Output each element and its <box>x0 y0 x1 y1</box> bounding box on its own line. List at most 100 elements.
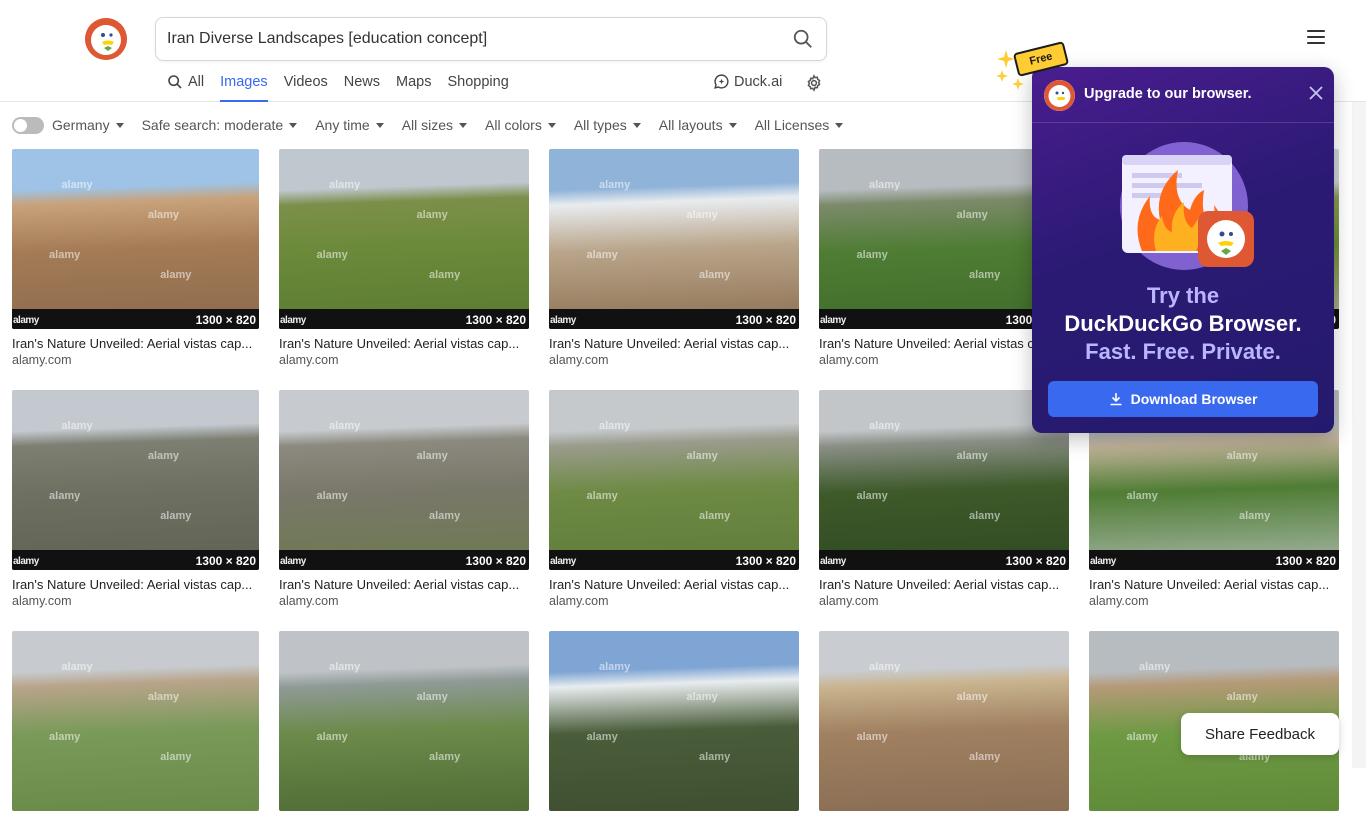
tab-news[interactable]: News <box>336 72 388 102</box>
tab-label: Maps <box>396 74 432 90</box>
image-dimensions: 1300 × 820 <box>735 313 796 327</box>
thumbnail-footer-bar: alamy 1300 × 820 <box>549 550 799 570</box>
image-title[interactable]: Iran's Nature Unveiled: Aerial vistas ca… <box>549 336 799 351</box>
filter-label: All types <box>573 117 627 133</box>
image-thumbnail[interactable]: alamy alamy alamy alamy <box>819 631 1069 811</box>
image-title[interactable]: Iran's Nature Unveiled: Aerial vistas ca… <box>1089 577 1339 592</box>
tab-label: Images <box>220 74 268 90</box>
duckai-link[interactable]: Duck.ai <box>713 73 782 90</box>
license-filter[interactable]: All Licenses <box>755 117 844 133</box>
image-thumbnail[interactable]: alamy alamy alamy alamy alamy 1300 × 820 <box>279 390 529 570</box>
tab-shopping[interactable]: Shopping <box>440 72 517 102</box>
thumbnail-footer-bar: alamy 1300 × 820 <box>12 309 259 329</box>
filter-bar: Germany Safe search: moderate Any time A… <box>12 114 861 136</box>
tab-maps[interactable]: Maps <box>388 72 439 102</box>
tab-all[interactable]: All <box>167 72 212 102</box>
watermark-text: alamy <box>160 269 192 281</box>
image-thumbnail[interactable]: alamy alamy alamy alamy alamy 1300 × 820 <box>279 149 529 329</box>
image-thumbnail[interactable]: alamy alamy alamy alamy alamy 1300 × 820 <box>12 390 259 570</box>
filter-label: Germany <box>52 117 110 133</box>
image-source[interactable]: alamy.com <box>549 594 799 608</box>
image-result-card[interactable]: alamy alamy alamy alamy alamy 1300 × 820 Iran'… <box>549 149 799 367</box>
region-filter[interactable]: Germany <box>52 117 124 133</box>
type-filter[interactable]: All types <box>574 117 641 133</box>
image-thumbnail[interactable]: alamy alamy alamy alamy <box>279 631 529 811</box>
gear-icon[interactable] <box>805 74 823 92</box>
image-title[interactable]: Iran's Nature Unveiled: Aerial vistas ca… <box>549 577 799 592</box>
duckduckgo-logo[interactable] <box>85 18 127 60</box>
source-logo: alamy <box>280 556 306 567</box>
watermark-text: alamy <box>969 751 1001 763</box>
image-source[interactable]: alamy.com <box>12 353 259 367</box>
image-result-card[interactable]: alamy alamy alamy alamy <box>279 631 529 820</box>
image-thumbnail[interactable]: alamy alamy alamy alamy alamy 1300 × 820 <box>549 149 799 329</box>
image-source[interactable]: alamy.com <box>549 353 799 367</box>
close-icon[interactable] <box>1309 86 1323 100</box>
image-title[interactable]: Iran's Nature Unveiled: Aerial vistas ca… <box>12 577 259 592</box>
menu-icon[interactable] <box>1307 30 1325 46</box>
landscape-photo <box>12 149 259 329</box>
watermark-text: alamy <box>956 209 988 221</box>
image-thumbnail[interactable]: alamy alamy alamy alamy <box>12 631 259 811</box>
image-result-card[interactable]: alamy alamy alamy alamy <box>549 631 799 820</box>
watermark-text: alamy <box>160 751 192 763</box>
scrollbar[interactable] <box>1352 102 1366 768</box>
tab-videos[interactable]: Videos <box>276 72 336 102</box>
image-source[interactable]: alamy.com <box>279 353 529 367</box>
image-source[interactable]: alamy.com <box>12 594 259 608</box>
image-title[interactable]: Iran's Nature Unveiled: Aerial vistas ca… <box>12 336 259 351</box>
landscape-photo <box>279 631 529 811</box>
thumbnail-footer-bar: alamy 1300 × 820 <box>549 309 799 329</box>
watermark-text: alamy <box>416 209 448 221</box>
image-dimensions: 1300 × 820 <box>1275 554 1336 568</box>
image-result-card[interactable]: alamy alamy alamy alamy alamy 1300 × 820 Iran'… <box>549 390 799 608</box>
image-result-card[interactable]: alamy alamy alamy alamy <box>12 631 259 820</box>
watermark-text: alamy <box>147 691 180 703</box>
share-feedback-button[interactable]: Share Feedback <box>1181 713 1339 755</box>
time-filter[interactable]: Any time <box>315 117 384 133</box>
watermark-text: alamy <box>147 209 180 221</box>
watermark-text: alamy <box>416 450 448 462</box>
image-source[interactable]: alamy.com <box>1089 594 1339 608</box>
image-dimensions: 1300 × 820 <box>465 554 526 568</box>
image-source[interactable]: alamy.com <box>819 594 1069 608</box>
image-result-card[interactable]: alamy alamy alamy alamy alamy 1300 × 820 Iran'… <box>279 390 529 608</box>
sparkle-icon <box>996 50 1024 90</box>
image-result-card[interactable]: alamy alamy alamy alamy <box>819 631 1069 820</box>
landscape-photo <box>549 390 799 570</box>
layout-filter[interactable]: All layouts <box>659 117 737 133</box>
image-title[interactable]: Iran's Nature Unveiled: Aerial vistas ca… <box>279 336 529 351</box>
share-feedback-label: Share Feedback <box>1204 725 1316 743</box>
watermark-text: alamy <box>686 450 718 462</box>
chevron-down-icon <box>375 122 384 128</box>
size-filter[interactable]: All sizes <box>402 117 468 133</box>
safe-search-filter[interactable]: Safe search: moderate <box>142 117 298 133</box>
duckai-label: Duck.ai <box>734 73 783 90</box>
image-result-card[interactable]: alamy alamy alamy alamy alamy 1300 × 820 Iran'… <box>12 390 259 608</box>
source-logo: alamy <box>550 556 576 567</box>
image-result-card[interactable]: alamy alamy alamy alamy alamy 1300 × 820 Iran'… <box>12 149 259 367</box>
watermark-text: alamy <box>429 510 461 522</box>
search-icon[interactable] <box>792 28 814 50</box>
image-source[interactable]: alamy.com <box>279 594 529 608</box>
image-thumbnail[interactable]: alamy alamy alamy alamy <box>549 631 799 811</box>
thumbnail-footer-bar: alamy 1300 × 820 <box>279 309 529 329</box>
image-result-card[interactable]: alamy alamy alamy alamy alamy 1300 × 820 Iran'… <box>279 149 529 367</box>
image-thumbnail[interactable]: alamy alamy alamy alamy alamy 1300 × 820 <box>549 390 799 570</box>
image-title[interactable]: Iran's Nature Unveiled: Aerial vistas ca… <box>279 577 529 592</box>
watermark-text: alamy <box>160 510 192 522</box>
color-filter[interactable]: All colors <box>485 117 556 133</box>
landscape-photo <box>12 390 259 570</box>
watermark-text: alamy <box>699 751 731 763</box>
watermark-text: alamy <box>856 249 888 261</box>
popup-headline-3: Fast. Free. Private. <box>1085 339 1281 364</box>
image-thumbnail[interactable]: alamy alamy alamy alamy alamy 1300 × 820 <box>12 149 259 329</box>
search-input[interactable] <box>167 18 767 60</box>
image-title[interactable]: Iran's Nature Unveiled: Aerial vistas ca… <box>819 577 1069 592</box>
search-box[interactable] <box>155 17 827 61</box>
chevron-down-icon <box>459 122 468 128</box>
tab-images[interactable]: Images <box>212 72 276 102</box>
region-toggle[interactable] <box>12 116 44 134</box>
download-browser-button[interactable]: Download Browser <box>1048 381 1318 417</box>
filter-label: All layouts <box>658 117 723 133</box>
